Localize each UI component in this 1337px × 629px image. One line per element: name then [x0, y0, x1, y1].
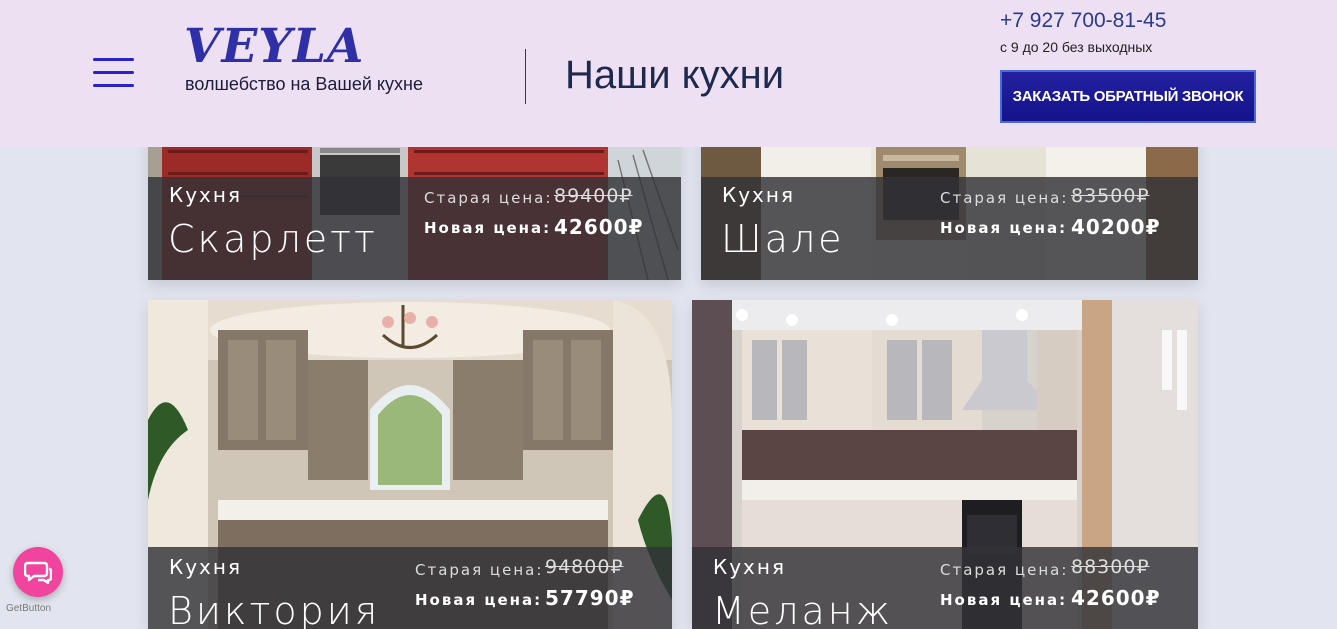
kitchen-label: Кухня [722, 183, 795, 207]
old-price: 89400₽ [554, 185, 633, 207]
callback-button[interactable]: ЗАКАЗАТЬ ОБРАТНЫЙ ЗВОНОК [1000, 70, 1256, 123]
new-price-label: Новая цена: [415, 591, 543, 609]
new-price-label: Новая цена: [940, 219, 1068, 237]
getbutton-label[interactable]: GetButton [6, 603, 51, 614]
old-price-label: Старая цена: [424, 189, 553, 207]
card-info-panel: Кухня Шале Старая цена: 83500₽ Новая цен… [701, 177, 1198, 280]
old-price: 94800₽ [545, 556, 624, 578]
kitchen-card[interactable]: Кухня Меланж Старая цена: 88300₽ Новая ц… [692, 300, 1198, 629]
page-title: Наши кухни [565, 53, 785, 97]
kitchen-name: Виктория [168, 589, 381, 629]
logo-tagline: волшебство на Вашей кухне [185, 74, 423, 94]
chat-bubbles-icon [24, 561, 52, 584]
old-price-label: Старая цена: [940, 189, 1069, 207]
old-price-label: Старая цена: [940, 561, 1069, 579]
new-price-label: Новая цена: [424, 219, 552, 237]
kitchen-label: Кухня [169, 183, 242, 207]
kitchen-label: Кухня [169, 555, 242, 579]
kitchen-label: Кухня [713, 555, 786, 579]
old-price: 83500₽ [1071, 185, 1150, 207]
menu-icon[interactable] [93, 58, 134, 89]
card-info-panel: Кухня Виктория Старая цена: 94800₽ Новая… [148, 547, 672, 629]
new-price: 42600₽ [554, 215, 644, 239]
chat-widget-button[interactable] [13, 547, 63, 597]
new-price: 42600₽ [1071, 586, 1161, 610]
kitchen-name: Меланж [712, 589, 894, 629]
old-price: 88300₽ [1071, 556, 1150, 578]
header-divider [525, 49, 526, 104]
logo[interactable]: VEYLA [184, 22, 364, 72]
new-price: 40200₽ [1071, 215, 1161, 239]
site-header: VEYLA волшебство на Вашей кухне Наши кух… [0, 0, 1337, 147]
kitchen-name: Шале [721, 217, 845, 261]
kitchen-card[interactable]: Кухня Виктория Старая цена: 94800₽ Новая… [148, 300, 672, 629]
new-price-label: Новая цена: [940, 591, 1068, 609]
card-info-panel: Кухня Скарлетт Старая цена: 89400₽ Новая… [148, 177, 681, 280]
kitchen-name: Скарлетт [168, 217, 378, 261]
old-price-label: Старая цена: [415, 561, 544, 579]
working-hours: с 9 до 20 без выходных [1000, 39, 1153, 55]
card-info-panel: Кухня Меланж Старая цена: 88300₽ Новая ц… [692, 547, 1198, 629]
new-price: 57790₽ [545, 586, 635, 610]
phone-link[interactable]: +7 927 700-81-45 [1000, 9, 1166, 33]
